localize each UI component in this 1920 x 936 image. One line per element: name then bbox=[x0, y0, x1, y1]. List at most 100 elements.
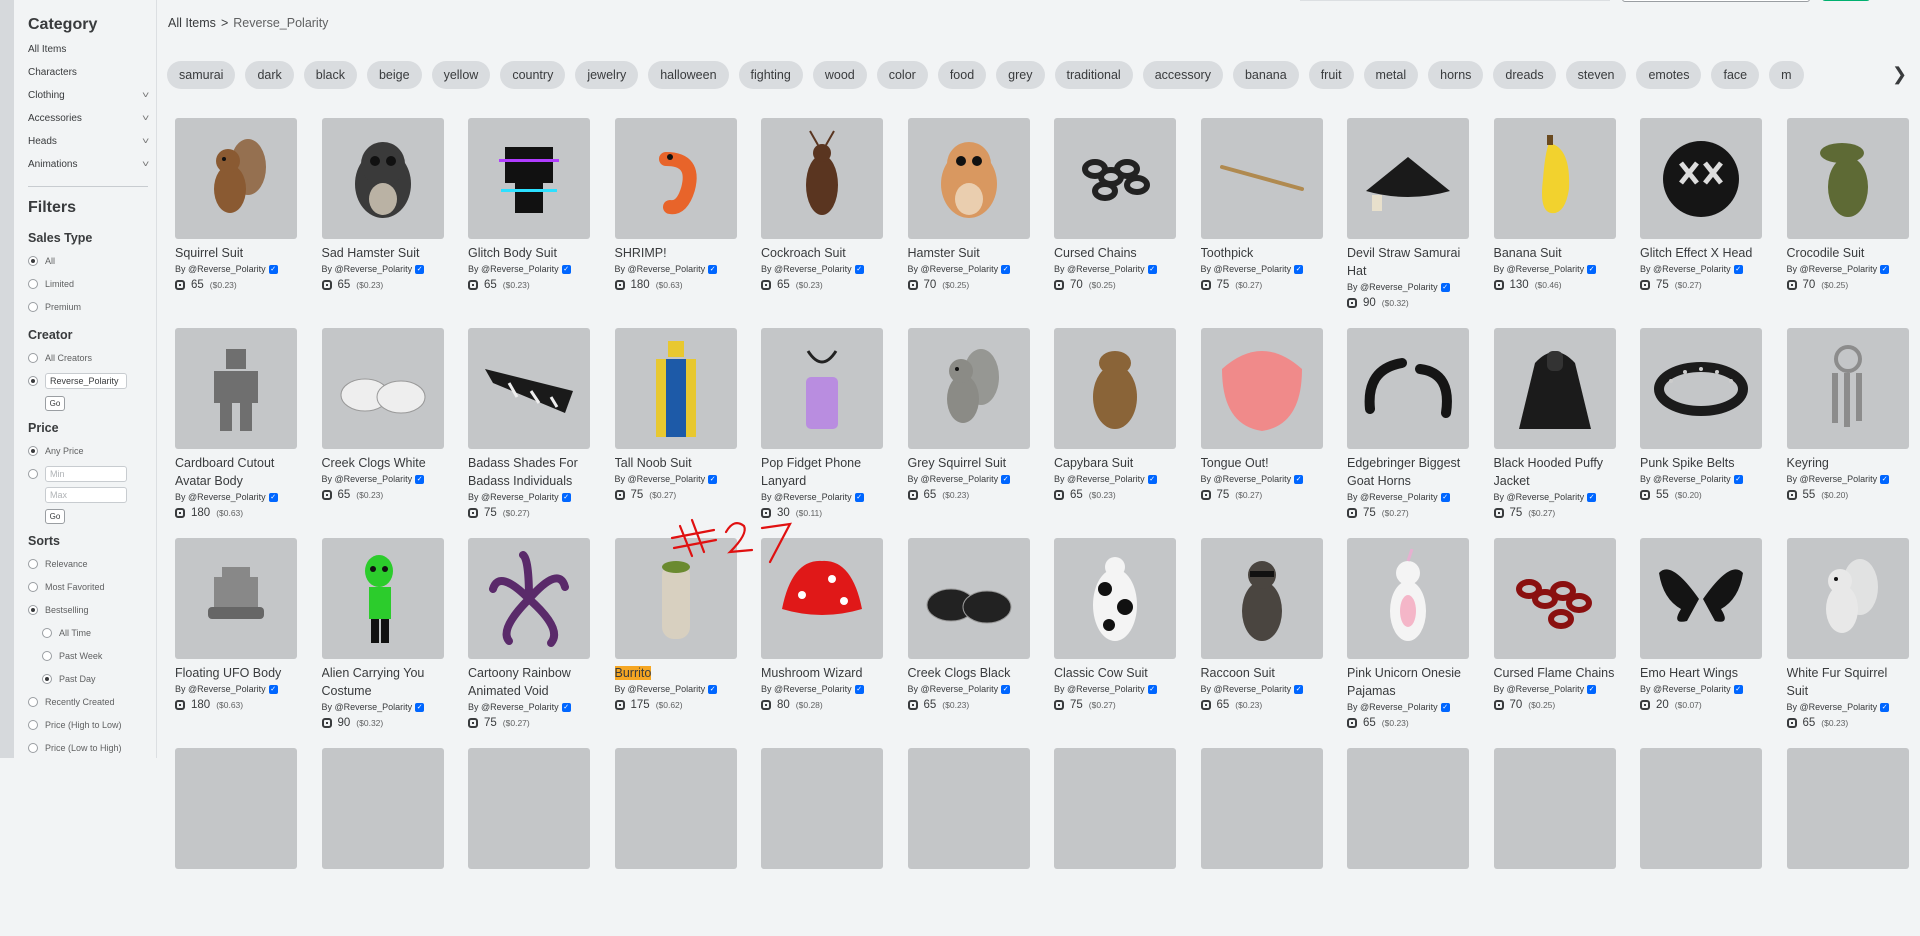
item-card[interactable]: Raccoon Suit By @Reverse_Polarity ✓ 65 ($0.2… bbox=[1200, 538, 1323, 726]
creator-link[interactable]: By @Reverse_Polarity bbox=[615, 474, 706, 484]
category-item[interactable]: Characters bbox=[28, 61, 148, 84]
radio-all-creators[interactable]: All Creators bbox=[28, 346, 148, 369]
sort-option[interactable]: Past Week bbox=[28, 644, 148, 667]
creator-link[interactable]: By @Reverse_Polarity bbox=[1787, 474, 1878, 484]
item-thumbnail[interactable] bbox=[1200, 328, 1323, 449]
tag-chip[interactable]: country bbox=[500, 61, 566, 89]
item-creator[interactable]: By @Reverse_Polarity ✓ bbox=[1494, 492, 1616, 502]
item-card[interactable]: Devil Straw Samurai Hat By @Reverse_Polar… bbox=[1347, 118, 1469, 309]
creator-link[interactable]: By @Reverse_Polarity bbox=[1347, 702, 1438, 712]
item-name[interactable]: Toothpick bbox=[1201, 244, 1323, 262]
item-card[interactable]: Grey Squirrel Suit By @Reverse_Polarity ✓ 6… bbox=[907, 328, 1030, 516]
item-card[interactable]: Cardboard Cutout Avatar Body By @Reverse_… bbox=[175, 328, 297, 519]
radio-button[interactable] bbox=[42, 650, 52, 661]
creator-link[interactable]: By @Reverse_Polarity bbox=[175, 492, 266, 502]
item-thumbnail[interactable] bbox=[761, 538, 883, 659]
radio-button[interactable] bbox=[28, 742, 38, 753]
creator-link[interactable]: By @Reverse_Polarity bbox=[322, 474, 413, 484]
item-thumbnail[interactable] bbox=[907, 118, 1030, 239]
creator-link[interactable]: By @Reverse_Polarity bbox=[1494, 492, 1585, 502]
item-creator[interactable]: By @Reverse_Polarity ✓ bbox=[908, 684, 1030, 694]
item-card[interactable]: Creek Clogs White By @Reverse_Polarity ✓ 65… bbox=[321, 328, 444, 516]
item-card[interactable] bbox=[1786, 748, 1909, 936]
item-thumbnail[interactable] bbox=[1347, 118, 1469, 239]
item-thumbnail[interactable] bbox=[1054, 538, 1176, 659]
item-card[interactable]: White Fur Squirrel Suit By @Reverse_Polar… bbox=[1786, 538, 1909, 729]
creator-link[interactable]: By @Reverse_Polarity bbox=[908, 474, 999, 484]
tag-chip[interactable]: emotes bbox=[1636, 61, 1702, 89]
item-thumbnail[interactable] bbox=[1786, 538, 1909, 659]
tag-chip[interactable]: wood bbox=[812, 61, 867, 89]
item-card[interactable]: Classic Cow Suit By @Reverse_Polarity ✓ 75 (… bbox=[1054, 538, 1176, 726]
item-creator[interactable]: By @Reverse_Polarity ✓ bbox=[615, 474, 737, 484]
radio-button[interactable] bbox=[28, 558, 38, 569]
item-name[interactable]: Cockroach Suit bbox=[761, 244, 883, 262]
tag-chip[interactable]: beige bbox=[366, 61, 422, 89]
item-thumbnail[interactable] bbox=[321, 748, 444, 869]
item-thumbnail[interactable] bbox=[1200, 538, 1323, 659]
item-thumbnail[interactable] bbox=[1493, 538, 1616, 659]
item-card[interactable]: Edgebringer Biggest Goat Horns By @Revers… bbox=[1347, 328, 1469, 519]
item-card[interactable]: Cursed Flame Chains By @Reverse_Polarity ✓… bbox=[1493, 538, 1616, 726]
item-creator[interactable]: By @Reverse_Polarity ✓ bbox=[468, 264, 590, 274]
item-thumbnail[interactable] bbox=[761, 748, 883, 869]
item-thumbnail[interactable] bbox=[321, 538, 444, 659]
creator-link[interactable]: By @Reverse_Polarity bbox=[1787, 702, 1878, 712]
item-card[interactable]: Squirrel Suit By @Reverse_Polarity ✓ 65 ($0.… bbox=[175, 118, 297, 306]
item-thumbnail[interactable] bbox=[1640, 538, 1762, 659]
item-name[interactable]: Punk Spike Belts bbox=[1640, 454, 1762, 472]
sort-option[interactable]: All Time bbox=[28, 621, 148, 644]
tag-chip[interactable]: horns bbox=[1428, 61, 1484, 89]
item-name[interactable]: Alien Carrying You Costume bbox=[322, 664, 444, 700]
tag-chip[interactable]: grey bbox=[996, 61, 1045, 89]
item-name[interactable]: Glitch Effect X Head bbox=[1640, 244, 1762, 262]
item-thumbnail[interactable] bbox=[907, 748, 1030, 869]
item-creator[interactable]: By @Reverse_Polarity ✓ bbox=[761, 684, 883, 694]
item-name[interactable]: Keyring bbox=[1787, 454, 1909, 472]
creator-link[interactable]: By @Reverse_Polarity bbox=[908, 264, 999, 274]
min-price-input[interactable] bbox=[45, 465, 127, 482]
chevron-down-icon[interactable]: ˅ bbox=[142, 153, 149, 176]
item-name[interactable]: White Fur Squirrel Suit bbox=[1787, 664, 1909, 700]
item-creator[interactable]: By @Reverse_Polarity ✓ bbox=[908, 264, 1030, 274]
item-creator[interactable]: By @Reverse_Polarity ✓ bbox=[322, 702, 444, 712]
header-button-edge[interactable] bbox=[1622, 0, 1810, 2]
tag-chip[interactable]: banana bbox=[1232, 61, 1299, 89]
creator-link[interactable]: By @Reverse_Polarity bbox=[761, 492, 852, 502]
item-card[interactable]: Badass Shades For Badass Individuals By @… bbox=[468, 328, 590, 519]
item-creator[interactable]: By @Reverse_Polarity ✓ bbox=[1054, 474, 1176, 484]
tag-chip[interactable]: halloween bbox=[648, 61, 729, 89]
item-card[interactable] bbox=[1200, 748, 1323, 936]
item-name[interactable]: Emo Heart Wings bbox=[1640, 664, 1762, 682]
item-thumbnail[interactable] bbox=[1493, 328, 1616, 449]
chevron-right-icon[interactable]: ❯ bbox=[1892, 64, 1907, 85]
radio-button[interactable] bbox=[28, 604, 38, 615]
item-card[interactable] bbox=[1640, 748, 1762, 936]
creator-link[interactable]: By @Reverse_Polarity bbox=[322, 264, 413, 274]
item-card[interactable]: Glitch Body Suit By @Reverse_Polarity ✓ 65 (… bbox=[468, 118, 590, 306]
creator-link[interactable]: By @Reverse_Polarity bbox=[1347, 492, 1438, 502]
search-bar-edge[interactable] bbox=[1300, 0, 1610, 1]
item-name[interactable]: Cardboard Cutout Avatar Body bbox=[175, 454, 297, 490]
radio-button[interactable] bbox=[28, 581, 38, 592]
item-card[interactable]: Emo Heart Wings By @Reverse_Polarity ✓ 20 ($… bbox=[1640, 538, 1762, 726]
tag-chip[interactable]: samurai bbox=[167, 61, 236, 89]
creator-link[interactable]: By @Reverse_Polarity bbox=[761, 684, 852, 694]
radio-button[interactable] bbox=[42, 627, 52, 638]
item-creator[interactable]: By @Reverse_Polarity ✓ bbox=[468, 492, 590, 502]
tag-chip[interactable]: food bbox=[937, 61, 987, 89]
radio-button[interactable] bbox=[28, 468, 38, 479]
tag-chip[interactable]: fighting bbox=[738, 61, 803, 89]
sales-type-option[interactable]: Limited bbox=[28, 272, 148, 295]
item-creator[interactable]: By @Reverse_Polarity ✓ bbox=[1347, 282, 1469, 292]
sort-option[interactable]: Past Day bbox=[28, 667, 148, 690]
item-creator[interactable]: By @Reverse_Polarity ✓ bbox=[1054, 264, 1176, 274]
category-item[interactable]: Animations ˅ bbox=[28, 153, 149, 176]
item-creator[interactable]: By @Reverse_Polarity ✓ bbox=[908, 474, 1030, 484]
item-creator[interactable]: By @Reverse_Polarity ✓ bbox=[615, 264, 737, 274]
item-thumbnail[interactable] bbox=[321, 328, 444, 449]
tag-chip[interactable]: black bbox=[303, 61, 357, 89]
item-thumbnail[interactable] bbox=[468, 748, 590, 869]
item-card[interactable]: Pink Unicorn Onesie Pajamas By @Reverse_P… bbox=[1347, 538, 1469, 729]
item-card[interactable]: Pop Fidget Phone Lanyard By @Reverse_Pola… bbox=[761, 328, 883, 519]
